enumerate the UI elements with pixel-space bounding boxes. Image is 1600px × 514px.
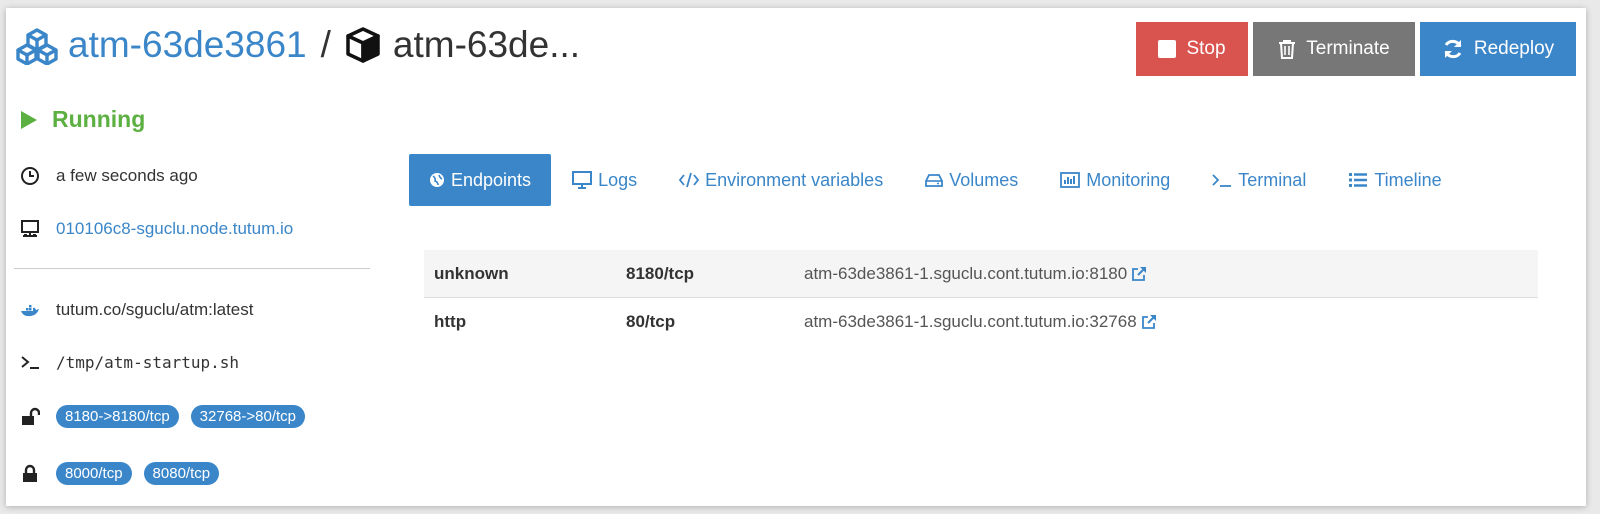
published-port-badge[interactable]: 8180->8180/tcp bbox=[56, 405, 179, 428]
play-icon bbox=[21, 110, 37, 129]
terminate-button[interactable]: Terminate bbox=[1253, 22, 1415, 76]
cube-icon bbox=[346, 27, 380, 63]
tab-label: Terminal bbox=[1238, 169, 1307, 190]
terminate-label: Terminate bbox=[1306, 38, 1390, 59]
tab-environment-variables[interactable]: Environment variables bbox=[679, 154, 883, 206]
service-page: atm-63de3861 / atm-63de... Stop Terminat… bbox=[6, 8, 1586, 506]
endpoint-url-cell: atm-63de3861-1.sguclu.cont.tutum.io:3276… bbox=[804, 312, 1157, 332]
external-link-icon[interactable] bbox=[1141, 314, 1157, 330]
stop-icon bbox=[1158, 40, 1177, 58]
private-port-badge[interactable]: 8080/tcp bbox=[143, 462, 220, 485]
endpoint-url[interactable]: atm-63de3861-1.sguclu.cont.tutum.io:8180 bbox=[804, 264, 1127, 284]
server-icon bbox=[21, 220, 39, 237]
terminal-icon bbox=[1212, 174, 1232, 187]
stop-label: Stop bbox=[1186, 38, 1226, 59]
terminal-prompt-icon bbox=[21, 356, 39, 369]
tab-label: Timeline bbox=[1374, 169, 1442, 190]
endpoint-port: 80/tcp bbox=[626, 311, 676, 331]
unlock-icon bbox=[22, 407, 40, 425]
table-row: http 80/tcp atm-63de3861-1.sguclu.cont.t… bbox=[424, 298, 1538, 345]
clock-icon bbox=[21, 167, 39, 185]
image-row: tutum.co/sguclu/atm:latest bbox=[20, 300, 253, 320]
tab-label: Environment variables bbox=[705, 169, 884, 190]
list-icon bbox=[1349, 173, 1368, 187]
published-ports-row: 8180->8180/tcp 32768->80/tcp bbox=[20, 405, 317, 428]
tab-label: Endpoints bbox=[451, 169, 532, 190]
published-port-badge[interactable]: 32768->80/tcp bbox=[190, 405, 305, 428]
trash-icon bbox=[1279, 40, 1296, 59]
endpoint-name: http bbox=[434, 311, 467, 331]
tab-label: Logs bbox=[598, 169, 638, 190]
docker-whale-icon bbox=[21, 305, 39, 317]
endpoint-url-cell: atm-63de3861-1.sguclu.cont.tutum.io:8180 bbox=[804, 264, 1147, 284]
bar-chart-icon bbox=[1060, 172, 1081, 188]
redeploy-label: Redeploy bbox=[1473, 38, 1555, 59]
command-row: /tmp/atm-startup.sh bbox=[20, 352, 239, 372]
tab-endpoints[interactable]: Endpoints bbox=[409, 154, 552, 206]
private-port-badge[interactable]: 8000/tcp bbox=[56, 462, 132, 485]
updated-time: a few seconds ago bbox=[56, 166, 198, 185]
divider bbox=[14, 268, 370, 269]
code-icon bbox=[679, 172, 700, 188]
status-indicator: Running bbox=[20, 106, 145, 133]
hdd-icon bbox=[925, 174, 944, 187]
container-name: atm-63de... bbox=[392, 24, 581, 65]
image-name: tutum.co/sguclu/atm:latest bbox=[56, 300, 254, 319]
service-link[interactable]: atm-63de3861 bbox=[68, 24, 307, 66]
tab-timeline[interactable]: Timeline bbox=[1348, 154, 1442, 206]
lock-icon bbox=[23, 464, 37, 482]
tab-terminal[interactable]: Terminal bbox=[1212, 154, 1306, 206]
external-link-icon[interactable] bbox=[1131, 266, 1147, 282]
monitor-icon bbox=[572, 171, 593, 189]
tab-monitoring[interactable]: Monitoring bbox=[1060, 154, 1170, 206]
tab-logs[interactable]: Logs bbox=[572, 154, 637, 206]
redeploy-button[interactable]: Redeploy bbox=[1420, 22, 1576, 76]
action-buttons: Stop Terminate Redeploy bbox=[1136, 22, 1576, 76]
endpoint-name: unknown bbox=[434, 263, 509, 283]
updated-row: a few seconds ago bbox=[20, 166, 198, 186]
tab-bar: Endpoints Logs Environment variables Vol… bbox=[409, 154, 1442, 206]
table-row: unknown 8180/tcp atm-63de3861-1.sguclu.c… bbox=[424, 250, 1538, 298]
endpoint-port: 8180/tcp bbox=[626, 263, 695, 283]
status-label: Running bbox=[52, 106, 146, 132]
cubes-icon bbox=[16, 28, 58, 65]
endpoints-table: unknown 8180/tcp atm-63de3861-1.sguclu.c… bbox=[424, 250, 1538, 345]
node-row: 010106c8-sguclu.node.tutum.io bbox=[20, 219, 293, 239]
private-ports-row: 8000/tcp 8080/tcp bbox=[20, 462, 231, 485]
tab-label: Monitoring bbox=[1086, 169, 1171, 190]
endpoint-url[interactable]: atm-63de3861-1.sguclu.cont.tutum.io:3276… bbox=[804, 312, 1137, 332]
node-link[interactable]: 010106c8-sguclu.node.tutum.io bbox=[56, 219, 293, 239]
globe-icon bbox=[430, 173, 444, 187]
tab-volumes[interactable]: Volumes bbox=[925, 154, 1018, 206]
run-command: /tmp/atm-startup.sh bbox=[56, 352, 240, 372]
breadcrumb-separator: / bbox=[320, 24, 331, 65]
refresh-icon bbox=[1444, 39, 1462, 59]
stop-button[interactable]: Stop bbox=[1136, 22, 1248, 76]
breadcrumb: atm-63de3861 / atm-63de... bbox=[14, 22, 580, 68]
tab-label: Volumes bbox=[949, 169, 1019, 190]
